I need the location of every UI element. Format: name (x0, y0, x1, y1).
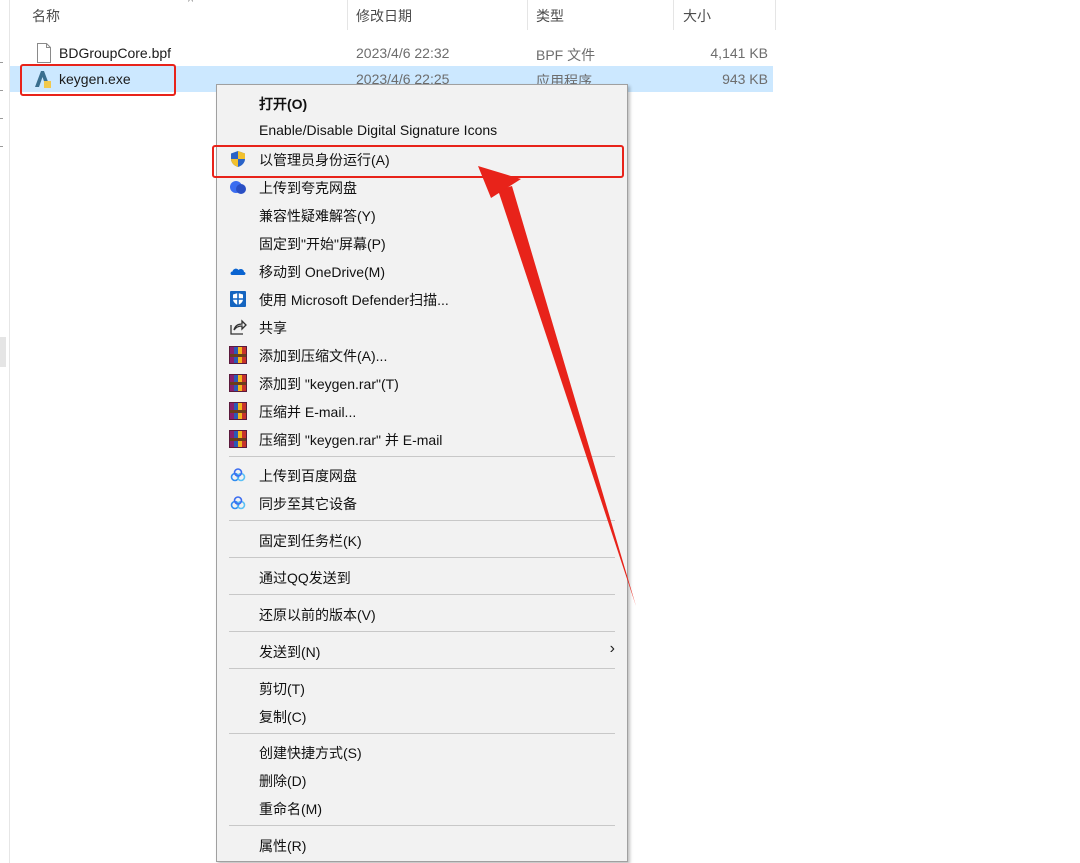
arrow-shaft (498, 186, 636, 606)
annotation-arrow (478, 166, 636, 606)
